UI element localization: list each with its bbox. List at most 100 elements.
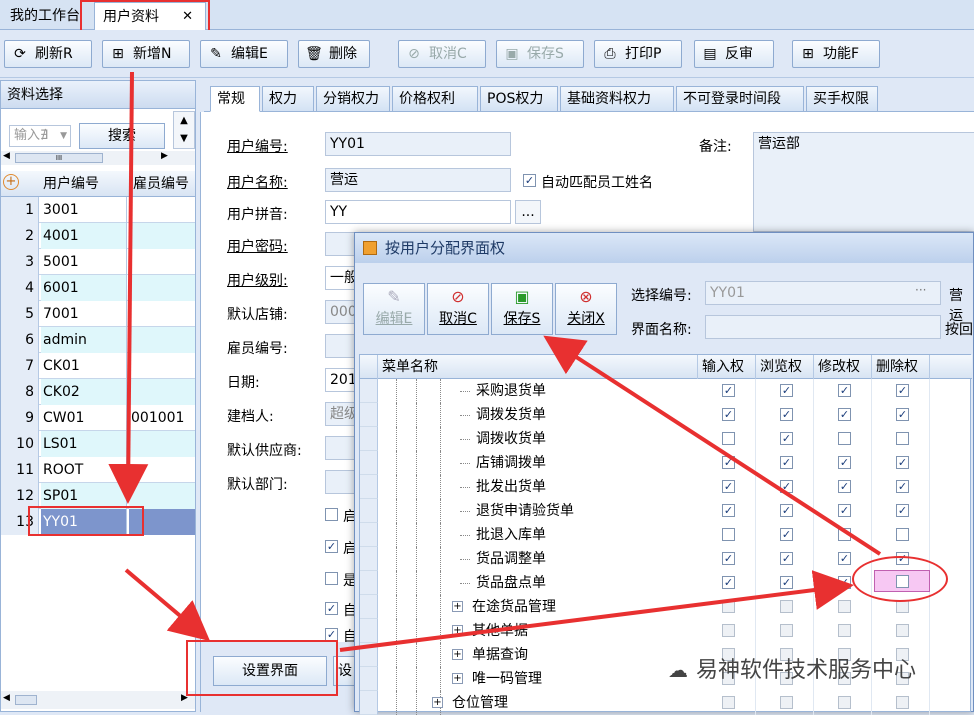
user-code-cell[interactable]: 7001 — [41, 301, 127, 327]
bottom-scrollbar[interactable]: ◀ ▶ — [1, 691, 195, 709]
input-permission-checkbox[interactable]: ✓ — [722, 504, 735, 517]
browse-permission-checkbox[interactable]: ✓ — [780, 456, 793, 469]
input-permission-checkbox[interactable]: ✓ — [722, 552, 735, 565]
search-input[interactable]: 输入∄ ▼ — [9, 125, 71, 147]
emp-code-cell[interactable] — [129, 275, 195, 301]
menu-row[interactable]: 调拨收货单 ✓ — [360, 427, 972, 451]
input-permission-checkbox[interactable] — [722, 528, 735, 541]
menu-row[interactable]: + 仓位管理 — [360, 691, 972, 715]
toolbar-button-2[interactable]: ✎ 编辑E — [200, 40, 288, 68]
browse-permission-checkbox[interactable] — [780, 696, 793, 709]
user-row[interactable]: 10 LS01 — [1, 431, 195, 457]
user-row[interactable]: 7 CK01 — [1, 353, 195, 379]
input-permission-checkbox[interactable]: ✓ — [722, 384, 735, 397]
user-row[interactable]: 9 CW01 001001 — [1, 405, 195, 431]
expand-icon[interactable]: + — [452, 625, 463, 636]
user-row[interactable]: 3 5001 — [1, 249, 195, 275]
emp-code-cell[interactable] — [129, 197, 195, 223]
browse-permission-checkbox[interactable]: ✓ — [780, 408, 793, 421]
dialog-button-3[interactable]: ⊗ 关闭X — [555, 283, 617, 335]
user-row[interactable]: 2 4001 — [1, 223, 195, 249]
browse-permission-checkbox[interactable]: ✓ — [780, 528, 793, 541]
toolbar-button-3[interactable]: 🗑 删除 — [298, 40, 370, 68]
toolbar-button-8[interactable]: ⊞ 功能F — [792, 40, 880, 68]
tab-user-info[interactable]: 用户资料 ✕ — [94, 2, 206, 30]
scroll-thumb[interactable] — [15, 695, 37, 705]
input-permission-checkbox[interactable] — [722, 696, 735, 709]
user-row[interactable]: 1 3001 — [1, 197, 195, 223]
emp-code-cell[interactable] — [129, 223, 195, 249]
option-checkbox-3[interactable] — [325, 572, 338, 585]
browse-permission-checkbox[interactable]: ✓ — [780, 480, 793, 493]
menu-row[interactable]: + 其他单据 — [360, 619, 972, 643]
modify-permission-checkbox[interactable] — [838, 696, 851, 709]
modify-permission-checkbox[interactable]: ✓ — [838, 408, 851, 421]
supplier-field[interactable] — [325, 436, 355, 460]
password-field[interactable] — [325, 232, 355, 256]
user-code-cell[interactable]: 4001 — [41, 223, 127, 249]
toolbar-scroll[interactable]: ▲ ▼ — [173, 111, 195, 149]
menu-row[interactable]: 采购退货单 ✓ ✓ ✓ ✓ — [360, 379, 972, 403]
input-permission-checkbox[interactable]: ✓ — [722, 480, 735, 493]
user-code-cell[interactable]: CW01 — [41, 405, 127, 431]
user-code-cell[interactable]: CK01 — [41, 353, 127, 379]
browse-permission-checkbox[interactable] — [780, 600, 793, 613]
expand-icon[interactable]: + — [452, 601, 463, 612]
delete-permission-checkbox[interactable]: ✓ — [896, 480, 909, 493]
input-permission-checkbox[interactable] — [722, 600, 735, 613]
date-field[interactable]: 201 — [325, 368, 355, 392]
chevron-right-icon[interactable]: ▶ — [181, 693, 188, 703]
modify-permission-checkbox[interactable] — [838, 528, 851, 541]
user-row[interactable]: 12 SP01 — [1, 483, 195, 509]
user-code-cell[interactable]: YY01 — [41, 509, 127, 535]
menu-row[interactable]: 调拨发货单 ✓ ✓ ✓ ✓ — [360, 403, 972, 427]
emp-code-cell[interactable] — [129, 379, 195, 405]
input-permission-checkbox[interactable]: ✓ — [722, 408, 735, 421]
add-row-icon[interactable]: + — [3, 174, 19, 190]
browse-permission-checkbox[interactable]: ✓ — [780, 384, 793, 397]
hscrollbar[interactable]: ◀ III ▶ — [1, 151, 195, 165]
subtab-2[interactable]: 分销权力 — [316, 86, 390, 112]
subtab-6[interactable]: 不可登录时间段 — [676, 86, 804, 112]
level-select[interactable]: 一般 — [325, 266, 355, 290]
chevron-left-icon[interactable]: ◀ — [3, 151, 10, 161]
emp-code-cell[interactable] — [129, 301, 195, 327]
menu-row[interactable]: 批发出货单 ✓ ✓ ✓ ✓ — [360, 475, 972, 499]
input-permission-checkbox[interactable] — [722, 432, 735, 445]
emp-code-cell[interactable] — [129, 431, 195, 457]
column-header-input[interactable]: 输入权 — [698, 355, 756, 379]
select-code-ellipsis-icon[interactable]: ··· — [915, 283, 926, 297]
user-name-field[interactable]: 营运 — [325, 168, 511, 192]
modify-permission-checkbox[interactable]: ✓ — [838, 504, 851, 517]
subtab-5[interactable]: 基础资料权力 — [560, 86, 674, 112]
browse-permission-checkbox[interactable]: ✓ — [780, 576, 793, 589]
option-checkbox-4[interactable]: ✓ — [325, 602, 338, 615]
pinyin-ellipsis-button[interactable]: ... — [515, 200, 541, 224]
emp-code-cell[interactable] — [129, 483, 195, 509]
emp-code-cell[interactable] — [129, 457, 195, 483]
toolbar-button-1[interactable]: ⊞ 新增N — [102, 40, 190, 68]
menu-row[interactable]: 批退入库单 ✓ — [360, 523, 972, 547]
close-icon[interactable]: ✕ — [182, 3, 193, 31]
toolbar-button-6[interactable]: ⎙ 打印P — [594, 40, 682, 68]
dialog-titlebar[interactable]: 按用户分配界面权 — [355, 233, 973, 263]
tab-workbench[interactable]: 我的工作台 — [2, 2, 88, 30]
user-code-cell[interactable]: admin — [41, 327, 127, 353]
shop-field[interactable]: 000 — [325, 300, 355, 324]
menu-row[interactable]: 店铺调拨单 ✓ ✓ ✓ ✓ — [360, 451, 972, 475]
select-code-field[interactable]: YY01 — [705, 281, 941, 305]
column-header-menu-name[interactable]: 菜单名称 — [378, 355, 698, 379]
user-code-cell[interactable]: 5001 — [41, 249, 127, 275]
user-row[interactable]: 8 CK02 — [1, 379, 195, 405]
user-row[interactable]: 5 7001 — [1, 301, 195, 327]
emp-code-cell[interactable] — [129, 509, 195, 535]
delete-permission-checkbox[interactable] — [896, 432, 909, 445]
column-header-modify[interactable]: 修改权 — [814, 355, 872, 379]
delete-permission-checkbox[interactable] — [896, 624, 909, 637]
user-code-cell[interactable]: LS01 — [41, 431, 127, 457]
subtab-0[interactable]: 常规 — [210, 86, 260, 112]
option-checkbox-2[interactable]: ✓ — [325, 540, 338, 553]
modify-permission-checkbox[interactable]: ✓ — [838, 384, 851, 397]
subtab-4[interactable]: POS权力 — [480, 86, 558, 112]
toolbar-button-7[interactable]: ▤ 反审 — [694, 40, 774, 68]
